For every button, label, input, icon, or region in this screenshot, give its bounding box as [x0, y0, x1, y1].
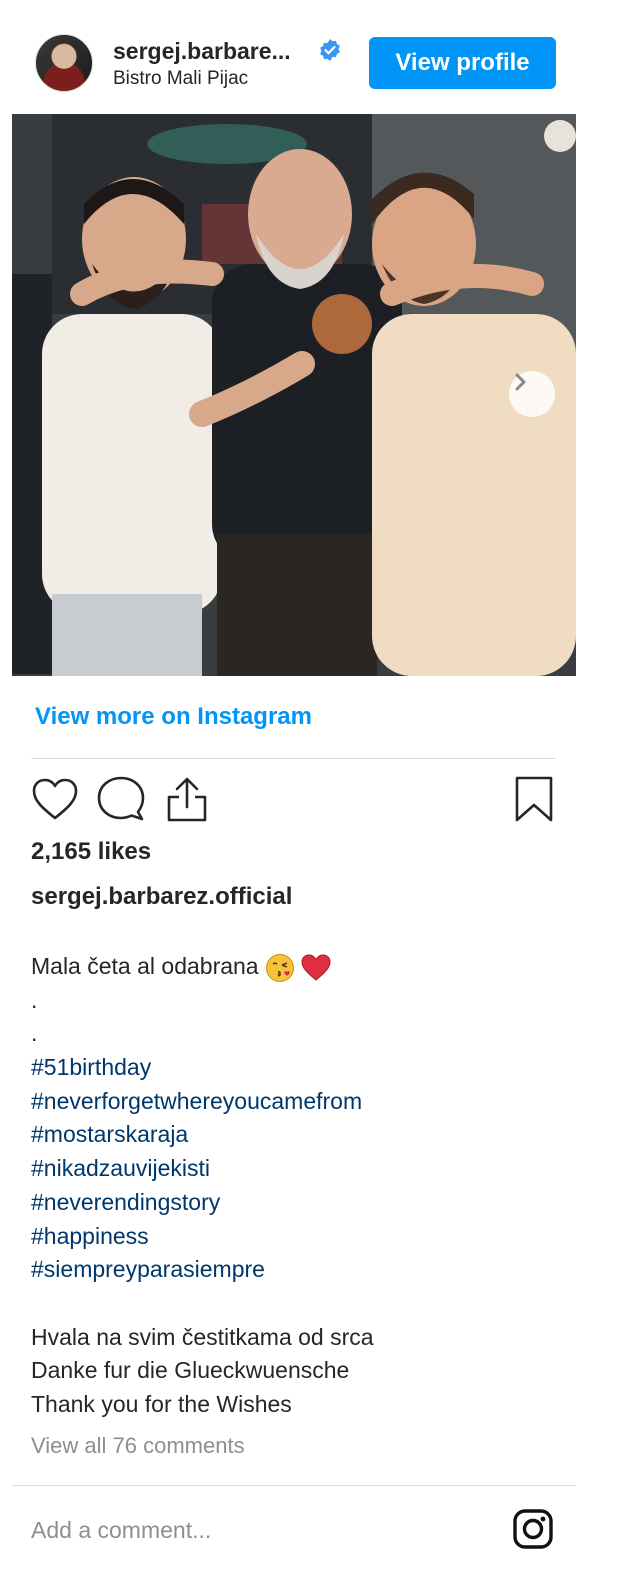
post-photo[interactable] [12, 114, 576, 676]
share-button[interactable] [160, 772, 214, 826]
post-location[interactable]: Bistro Mali Pijac [113, 68, 248, 90]
view-more-on-instagram-link[interactable]: View more on Instagram [35, 703, 312, 731]
caption-thanks-line: Danke fur die Glueckwuensche [31, 1357, 350, 1384]
caption-username[interactable]: sergej.barbarez.official [31, 883, 292, 911]
caption-line: Mala četa al odabrana [31, 950, 561, 984]
divider [31, 758, 556, 759]
caption-first-line: Mala četa al odabrana [31, 953, 259, 979]
next-slide-button[interactable] [509, 371, 555, 417]
hashtag-link[interactable]: #neverforgetwhereyoucamefrom [31, 1085, 561, 1119]
instagram-logo-icon[interactable] [512, 1508, 554, 1550]
view-all-comments-link[interactable]: View all 76 comments [31, 1433, 245, 1459]
caption-thanks-line: Thank you for the Wishes [31, 1390, 292, 1417]
chevron-right-icon [515, 373, 526, 391]
caption-dot: . [31, 1020, 38, 1047]
heart-icon [32, 778, 78, 820]
action-bar [12, 772, 576, 826]
share-icon [167, 777, 207, 822]
instagram-embed-card: sergej.barbare... Bistro Mali Pijac View… [12, 0, 576, 1590]
hashtag-link[interactable]: #neverendingstory [31, 1186, 561, 1220]
avatar[interactable] [35, 34, 93, 92]
hashtag-link[interactable]: #mostarskaraja [31, 1118, 561, 1152]
view-profile-button[interactable]: View profile [369, 37, 556, 89]
add-comment-input[interactable] [31, 1510, 471, 1550]
post-header: sergej.barbare... Bistro Mali Pijac View… [12, 24, 576, 104]
comment-button[interactable] [94, 772, 148, 826]
save-button[interactable] [507, 772, 561, 826]
like-button[interactable] [28, 772, 82, 826]
comment-icon [97, 776, 145, 821]
red-heart-emoji-icon [301, 954, 331, 981]
hashtag-link[interactable]: #happiness [31, 1220, 561, 1254]
hashtag-link[interactable]: #51birthday [31, 1051, 561, 1085]
photo-illustration [12, 114, 576, 676]
post-username[interactable]: sergej.barbare... [113, 38, 291, 65]
likes-count[interactable]: 2,165 likes [31, 838, 151, 866]
bookmark-icon [515, 776, 553, 822]
caption-text: Mala četa al odabrana . . #51birthday #n… [31, 950, 561, 1422]
verified-badge-icon [320, 39, 340, 61]
hashtag-link[interactable]: #nikadzauvijekisti [31, 1152, 561, 1186]
caption-dot: . [31, 986, 38, 1013]
divider [12, 1485, 576, 1486]
hashtag-link[interactable]: #siempreyparasiempre [31, 1253, 561, 1287]
caption-thanks-line: Hvala na svim čestitkama od srca [31, 1323, 374, 1350]
kissing-face-emoji-icon [266, 953, 294, 982]
